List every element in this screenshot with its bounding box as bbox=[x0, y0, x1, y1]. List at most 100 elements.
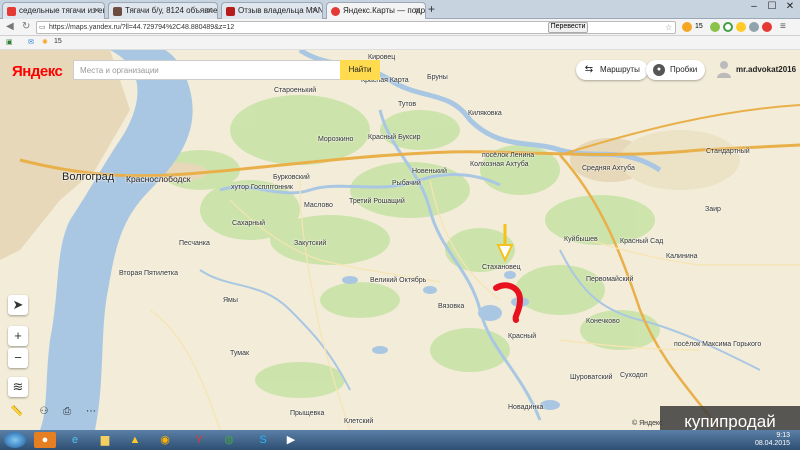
search-input[interactable]: Места и организации bbox=[73, 60, 341, 80]
map-label: Песчанка bbox=[179, 240, 210, 247]
browser-tab-1[interactable]: седельные тягачи из евро… ✕ bbox=[2, 2, 105, 19]
clock-time: 9:13 bbox=[776, 432, 790, 439]
tab-title: Тягачи б/у, 8124 объявле… bbox=[125, 6, 218, 15]
yandex-logo[interactable]: Яндекс bbox=[12, 63, 63, 80]
firefox-icon[interactable]: ● bbox=[34, 432, 56, 448]
map-label: Заир bbox=[705, 206, 721, 213]
map-pin-favicon-icon bbox=[331, 7, 340, 16]
menu-icon[interactable]: ≡ bbox=[780, 21, 786, 32]
map-label: Бурковский bbox=[273, 174, 310, 181]
map-label: Калинина bbox=[666, 253, 698, 260]
map-label: Киляковка bbox=[468, 110, 502, 117]
yandex-icon[interactable]: Y bbox=[188, 432, 210, 448]
map-label: Суходол bbox=[620, 372, 648, 379]
map-label: Куйбышев bbox=[564, 236, 598, 243]
yandex-browser-icon[interactable]: ◉ bbox=[154, 432, 176, 448]
clock-date: 08.04.2015 bbox=[754, 440, 790, 447]
url-text: https://maps.yandex.ru/?ll=44.729794%2C4… bbox=[49, 24, 235, 31]
map-label: Рыбачий bbox=[392, 180, 421, 187]
bookmark-star-icon[interactable]: ☆ bbox=[665, 23, 672, 32]
user-name[interactable]: mr.advokat2016 bbox=[736, 65, 796, 74]
map-label: Шуроватский bbox=[570, 374, 613, 381]
tab-favicon-icon bbox=[7, 7, 16, 16]
user-avatar-icon[interactable] bbox=[716, 60, 732, 78]
map-canvas[interactable]: Волгоград Краснослободск Кировец Красная… bbox=[0, 50, 800, 430]
map-label: Третий Рошащий bbox=[349, 198, 405, 205]
map-label: Тумак bbox=[230, 350, 250, 357]
map-label: Ямы bbox=[223, 297, 238, 304]
minimize-icon[interactable]: – bbox=[746, 1, 762, 12]
back-arrow-icon[interactable]: ◀ bbox=[6, 21, 14, 32]
close-tab-icon[interactable]: ✕ bbox=[93, 6, 100, 15]
browser-tab-3[interactable]: Отзыв владельца MAN 18.… ✕ bbox=[221, 2, 323, 19]
map-label: Первомайский bbox=[586, 276, 634, 283]
extension-count: 15 bbox=[695, 23, 703, 30]
sun-icon[interactable]: ✺ bbox=[42, 38, 48, 46]
new-tab-button[interactable]: + bbox=[428, 2, 435, 16]
map-label: Тутов bbox=[398, 101, 417, 108]
map-label: Новадинка bbox=[508, 404, 544, 411]
extension-icon[interactable] bbox=[749, 22, 759, 32]
logo-text: Яндекс bbox=[12, 63, 63, 80]
extension-icon[interactable] bbox=[762, 22, 772, 32]
map-label: Красный bbox=[508, 333, 537, 340]
extension-icon[interactable] bbox=[710, 22, 720, 32]
extension-icon[interactable] bbox=[736, 22, 746, 32]
address-bar-row: ◀ ↻ ▭ https://maps.yandex.ru/?ll=44.7297… bbox=[0, 19, 800, 36]
chrome-icon[interactable]: ◍ bbox=[218, 432, 240, 448]
bookmark-count: 15 bbox=[54, 38, 62, 45]
close-tab-icon[interactable]: ✕ bbox=[206, 6, 213, 15]
panorama-icon[interactable]: ⚇ bbox=[35, 403, 53, 421]
map-label: Колхозная Ахтуба bbox=[470, 161, 529, 168]
browser-tab-2[interactable]: Тягачи б/у, 8124 объявле… ✕ bbox=[108, 2, 218, 19]
browser-tab-4-active[interactable]: Яндекс.Карты — подробн… ✕ bbox=[326, 2, 426, 20]
traffic-button[interactable]: ● Пробки bbox=[646, 60, 706, 80]
search-button[interactable]: Найти bbox=[340, 60, 380, 80]
print-icon[interactable]: ⎙ bbox=[58, 403, 76, 421]
translate-button[interactable]: Перевести bbox=[548, 22, 588, 33]
map-label: Закутский bbox=[294, 240, 327, 247]
close-window-icon[interactable]: ✕ bbox=[782, 1, 798, 12]
system-clock[interactable]: 9:13 08.04.2015 bbox=[755, 432, 790, 448]
skype-icon[interactable]: S bbox=[252, 432, 274, 448]
map-label: Бруны bbox=[427, 74, 448, 81]
routes-button[interactable]: ⇆ Маршруты bbox=[576, 60, 648, 80]
map-label: Великий Октябрь bbox=[370, 277, 427, 284]
map-label: Староенький bbox=[274, 87, 317, 94]
zoom-out-button[interactable]: − bbox=[8, 348, 28, 368]
layers-button[interactable]: ≋ bbox=[8, 377, 28, 397]
vk-icon[interactable]: ▣ bbox=[6, 38, 13, 46]
map-label: Прыщевка bbox=[290, 410, 325, 417]
map-label: посёлок Максима Горького bbox=[674, 341, 762, 348]
geolocation-button[interactable]: ➤ bbox=[8, 295, 28, 315]
maximize-icon[interactable]: ☐ bbox=[764, 1, 780, 12]
map-copyright: © Яндекс bbox=[632, 420, 663, 427]
zoom-in-button[interactable]: + bbox=[8, 326, 28, 346]
internet-explorer-icon[interactable]: e bbox=[64, 432, 86, 448]
weather-extension-icon[interactable] bbox=[682, 22, 692, 32]
map-label: посёлок Ленина bbox=[482, 152, 535, 159]
start-button-icon[interactable] bbox=[4, 432, 26, 448]
map-label: Маслово bbox=[304, 202, 333, 209]
map-label: Конечково bbox=[586, 318, 620, 325]
map-label: Стахановец bbox=[482, 264, 521, 271]
extension-ring-icon[interactable] bbox=[723, 22, 733, 32]
mail-icon[interactable]: ✉ bbox=[28, 38, 34, 46]
bookmarks-bar: ▣ ✉ ✺ 15 bbox=[0, 36, 800, 50]
map-label: Сахарный bbox=[232, 220, 266, 227]
warning-app-icon[interactable]: ▲ bbox=[124, 432, 146, 448]
close-tab-icon[interactable]: ✕ bbox=[414, 6, 421, 15]
map-label: Морозкино bbox=[318, 136, 354, 143]
route-icon: ⇆ bbox=[584, 64, 594, 75]
reload-icon[interactable]: ↻ bbox=[22, 21, 30, 32]
ruler-icon[interactable]: 📏 bbox=[8, 403, 26, 421]
map-label: Клетский bbox=[344, 418, 374, 425]
more-icon[interactable]: ⋯ bbox=[82, 403, 100, 421]
folder-icon[interactable]: ▆ bbox=[94, 432, 116, 448]
browser-tab-strip: седельные тягачи из евро… ✕ Тягачи б/у, … bbox=[0, 0, 800, 20]
media-player-icon[interactable]: ▶ bbox=[280, 432, 302, 448]
map-label: Вторая Пятилетка bbox=[119, 270, 178, 277]
map-label-krasnoslobodsk: Краснослободск bbox=[126, 174, 191, 184]
close-tab-icon[interactable]: ✕ bbox=[311, 6, 318, 15]
map-label: Стандартный bbox=[706, 148, 750, 155]
